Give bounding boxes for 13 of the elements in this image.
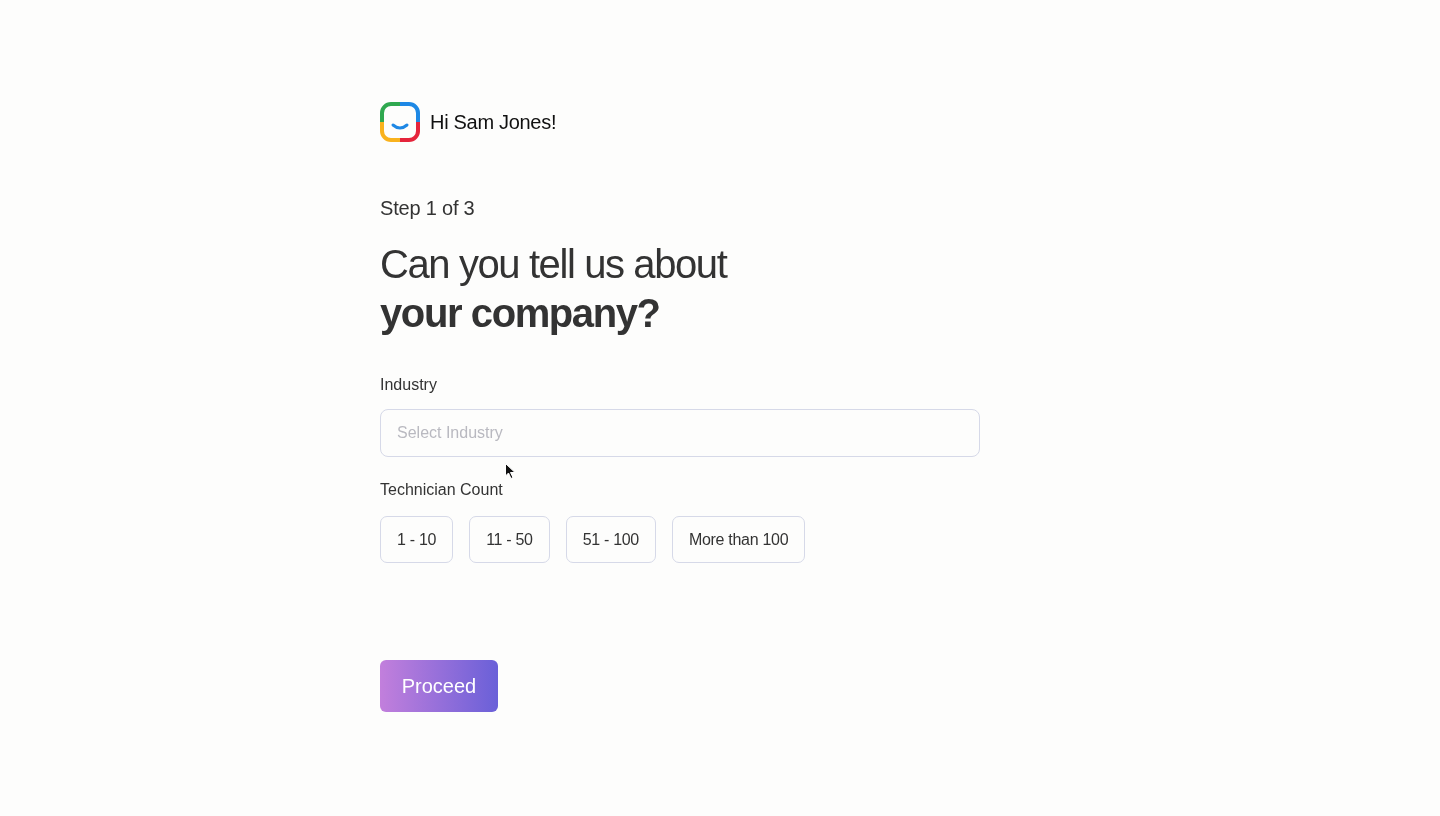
count-option-button[interactable]: 51 - 100 <box>565 516 656 563</box>
greeting-text: Hi Sam Jones! <box>430 110 557 135</box>
industry-select-field[interactable]: Select Industry <box>380 409 980 457</box>
field-label: Industry <box>380 375 438 395</box>
smiley-logo-icon <box>380 102 420 142</box>
field-label: Technician Count <box>380 480 504 500</box>
page-heading: Can you tell us about your company? <box>380 241 729 337</box>
mouse-pointer-icon <box>505 463 516 479</box>
count-option-button[interactable]: More than 100 <box>671 516 806 563</box>
step-indicator: Step 1 of 3 <box>380 196 476 221</box>
count-option-button[interactable]: 11 - 50 <box>469 516 550 563</box>
count-option-button[interactable]: 1 - 10 <box>380 516 454 563</box>
proceed-button[interactable]: Proceed <box>380 660 498 712</box>
